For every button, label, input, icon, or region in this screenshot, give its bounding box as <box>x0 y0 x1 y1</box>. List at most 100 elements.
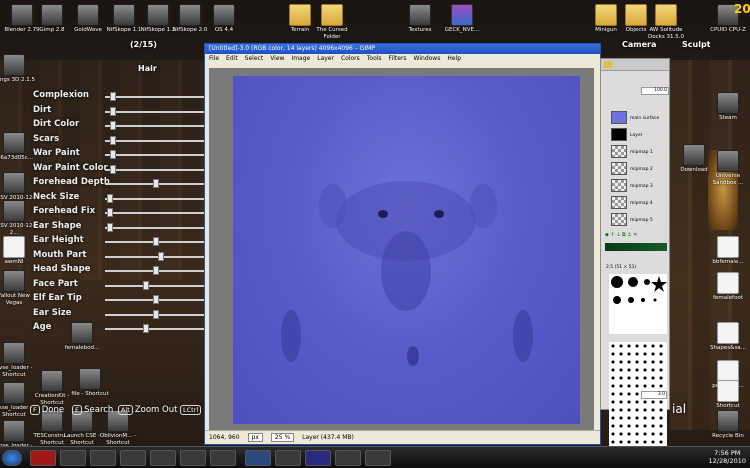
slider-track[interactable] <box>105 328 207 330</box>
taskbar-app-2[interactable] <box>90 450 116 466</box>
slider-knob[interactable] <box>153 295 159 304</box>
slider-knob[interactable] <box>109 106 116 116</box>
menu-colors[interactable]: Colors <box>341 55 360 63</box>
desktop-icon[interactable]: Recycle Bin <box>706 410 750 440</box>
layer-row[interactable]: mipmap 1 <box>611 145 667 160</box>
slider-row[interactable]: Head Shape <box>33 264 209 278</box>
taskbar-app-7[interactable] <box>245 450 271 466</box>
slider-row[interactable]: Scars <box>33 134 209 148</box>
menu-layer[interactable]: Layer <box>317 55 334 63</box>
slider-knob[interactable] <box>106 208 113 217</box>
slider-row[interactable]: Mouth Part <box>33 250 209 264</box>
slider-row[interactable]: Forehead Fix <box>33 206 209 220</box>
desktop-icon[interactable]: TESV 2010-12-2... <box>0 200 36 236</box>
menu-help[interactable]: Help <box>447 55 461 63</box>
slider-row[interactable]: Forehead Depth <box>33 177 209 191</box>
tab-sculpt[interactable]: Sculpt <box>682 40 711 68</box>
desktop-icon[interactable]: f06a73d05c... <box>0 132 36 162</box>
desktop-icon[interactable]: OblivionM... - Shortcut <box>96 410 140 446</box>
desktop-icon[interactable]: femalefoot <box>706 272 750 302</box>
slider-row[interactable]: Elf Ear Tip <box>33 293 209 307</box>
desktop-icon[interactable]: The Cursed Folder <box>310 4 354 40</box>
slider-row[interactable]: Ear Height <box>33 235 209 249</box>
layer-row[interactable]: main surface <box>611 111 667 126</box>
slider-row[interactable]: Dirt Color <box>33 119 209 133</box>
desktop-icon[interactable]: awmNI <box>0 236 36 266</box>
menu-tools[interactable]: Tools <box>367 55 382 63</box>
slider-row[interactable]: Complexion <box>33 90 209 104</box>
slider-knob[interactable] <box>143 280 150 290</box>
taskbar-app-11[interactable] <box>365 450 391 466</box>
slider-track[interactable] <box>105 212 207 214</box>
hint-zoom-out[interactable]: Alt Zoom Out <box>118 405 177 415</box>
layer-row[interactable]: Layer <box>611 128 667 143</box>
menu-edit[interactable]: Edit <box>226 55 238 63</box>
slider-row[interactable]: Neck Size <box>33 192 209 206</box>
unit-select[interactable]: px <box>247 433 263 442</box>
slider-knob[interactable] <box>109 135 116 145</box>
menu-view[interactable]: View <box>270 55 284 63</box>
tab-hair[interactable]: Hair <box>138 64 157 92</box>
menu-image[interactable]: Image <box>291 55 310 63</box>
gimp-image-window[interactable]: [Untitled]-3.0 (RGB color, 14 layers) 40… <box>204 43 601 445</box>
layer-row[interactable]: mipmap 3 <box>611 179 667 194</box>
desktop-icon[interactable]: Fallout New Vegas <box>0 270 36 306</box>
slider-knob[interactable] <box>106 193 113 203</box>
desktop-icon[interactable]: GECK_NVE... <box>440 4 484 34</box>
start-button[interactable] <box>2 450 22 466</box>
taskbar-app-4[interactable] <box>150 450 176 466</box>
opacity-field[interactable]: 100.0 <box>641 87 669 95</box>
gimp-layers-dock[interactable]: 100.0 main surface Layer mipmap 1 mipmap 2 m… <box>600 58 670 452</box>
hint-search[interactable]: E Search <box>72 405 113 415</box>
slider-row[interactable]: Ear Shape <box>33 221 209 235</box>
slider-knob[interactable] <box>109 150 116 159</box>
slider-row[interactable]: Ear Size <box>33 308 209 322</box>
slider-knob[interactable] <box>153 179 159 188</box>
desktop-icon[interactable]: Textures <box>398 4 442 34</box>
canvas-area[interactable] <box>209 68 594 430</box>
gimp-title[interactable]: [Untitled]-3.0 (RGB color, 14 layers) 40… <box>205 44 600 54</box>
taskbar-app-6[interactable] <box>210 450 236 466</box>
slider-track[interactable] <box>105 284 207 287</box>
slider-track[interactable] <box>105 110 207 113</box>
slider-row[interactable]: War Paint <box>33 148 209 162</box>
desktop-icon[interactable]: bbfemale... <box>706 236 750 266</box>
desktop-icon[interactable]: Shortcut <box>706 380 750 410</box>
taskbar-app-8[interactable] <box>275 450 301 466</box>
slider-row[interactable]: Age <box>33 322 209 336</box>
desktop-icon[interactable]: Steam <box>706 92 750 122</box>
slider-knob[interactable] <box>109 164 116 174</box>
layer-row[interactable]: mipmap 2 <box>611 162 667 177</box>
slider-track[interactable] <box>105 226 207 229</box>
slider-knob[interactable] <box>109 92 116 101</box>
slider-knob[interactable] <box>143 324 150 333</box>
slider-track[interactable] <box>105 255 207 258</box>
menu-file[interactable]: File <box>209 55 219 63</box>
desktop-icon[interactable]: Wings 3D 2.1.5 <box>0 54 36 84</box>
desktop-icon[interactable]: Shapes&sa... <box>706 322 750 352</box>
slider-row[interactable]: War Paint Color <box>33 163 209 177</box>
desktop-icon[interactable]: OS 4.4 <box>202 4 246 34</box>
slider-track[interactable] <box>105 125 207 127</box>
slider-track[interactable] <box>105 139 207 142</box>
slider-knob[interactable] <box>106 222 113 232</box>
taskbar-app-3[interactable] <box>120 450 146 466</box>
desktop-icon[interactable]: AW Solitude Docks 31.5.0 <box>644 4 688 40</box>
hint-done[interactable]: F Done <box>30 405 64 415</box>
taskbar-clock[interactable]: 7:56 PM 12/28/2010 <box>709 449 746 465</box>
slider-row[interactable]: Face Part <box>33 279 209 293</box>
slider-row[interactable]: Dirt <box>33 105 209 119</box>
slider-knob[interactable] <box>153 309 159 319</box>
spacing-field[interactable]: 3.0 <box>641 391 667 399</box>
slider-track[interactable] <box>105 197 207 200</box>
dock-tab-icon[interactable] <box>604 61 612 68</box>
texture-canvas[interactable] <box>233 76 580 424</box>
desktop-icon[interactable]: file - Shortcut <box>68 368 112 398</box>
slider-track[interactable] <box>105 96 207 98</box>
taskbar-app-9[interactable] <box>305 450 331 466</box>
slider-knob[interactable] <box>157 251 164 261</box>
desktop-icon[interactable]: Universe Sandbox ... <box>706 150 750 186</box>
slider-knob[interactable] <box>153 237 159 246</box>
taskbar-app-10[interactable] <box>335 450 361 466</box>
menu-filters[interactable]: Filters <box>389 55 407 63</box>
